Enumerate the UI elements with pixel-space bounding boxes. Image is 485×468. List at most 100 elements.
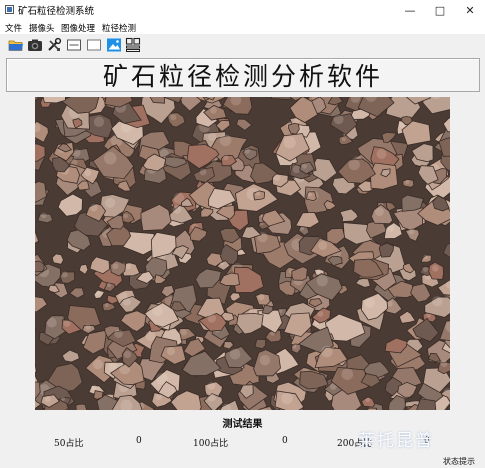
rock-highlight bbox=[432, 296, 443, 307]
rock-highlight bbox=[432, 265, 439, 272]
watermark: 莱托昆普 bbox=[358, 431, 434, 451]
menu-particle-detection[interactable]: 粒径检测 bbox=[102, 22, 136, 34]
rock-highlight bbox=[423, 254, 428, 259]
rock-highlight bbox=[152, 305, 163, 317]
rock-highlight bbox=[364, 297, 375, 308]
rock-highlight bbox=[122, 297, 131, 306]
rock-highlight bbox=[258, 293, 265, 301]
rock-highlight bbox=[84, 169, 92, 177]
banner-title: 矿石粒径检测分析软件 bbox=[102, 62, 383, 91]
rock-highlight bbox=[316, 275, 328, 287]
rock-highlight bbox=[387, 301, 393, 307]
rock-highlight bbox=[440, 360, 448, 368]
rock-highlight bbox=[207, 314, 216, 323]
rock-highlight bbox=[244, 148, 251, 154]
grid-layout-icon[interactable] bbox=[125, 37, 141, 53]
rock-highlight bbox=[317, 310, 324, 317]
rock-highlight bbox=[92, 359, 103, 370]
rock-highlight bbox=[199, 168, 207, 176]
open-folder-icon[interactable] bbox=[8, 37, 24, 53]
rock-highlight bbox=[341, 137, 346, 142]
menu-file[interactable]: 文件 bbox=[5, 22, 22, 34]
rock-highlight bbox=[104, 303, 109, 308]
rock-highlight bbox=[155, 393, 162, 401]
image-frame-icon[interactable] bbox=[66, 37, 82, 53]
rock-fragment bbox=[75, 403, 88, 410]
rock-highlight bbox=[318, 241, 328, 250]
rock-highlight bbox=[207, 382, 216, 390]
rock-highlight bbox=[107, 282, 112, 288]
rock-highlight bbox=[223, 154, 229, 161]
rock-highlight bbox=[125, 262, 132, 270]
rock-highlight bbox=[292, 344, 297, 349]
rock-highlight bbox=[123, 213, 128, 219]
status-text: 状态提示 bbox=[443, 457, 475, 466]
rock-highlight bbox=[172, 205, 182, 214]
ore-rock-image bbox=[35, 97, 450, 410]
rock-highlight bbox=[220, 261, 225, 266]
rock-highlight bbox=[145, 330, 156, 341]
rock-highlight bbox=[61, 271, 68, 278]
menu-image-processing[interactable]: 图像处理 bbox=[61, 22, 95, 34]
rock-highlight bbox=[292, 165, 301, 174]
rock-highlight bbox=[316, 268, 322, 274]
rock-highlight bbox=[259, 355, 271, 366]
rock-highlight bbox=[207, 393, 216, 402]
rock-highlight bbox=[273, 174, 281, 181]
camera-icon[interactable] bbox=[27, 37, 43, 53]
rock-fragment bbox=[254, 338, 267, 350]
rock-highlight bbox=[93, 116, 105, 127]
app-banner: 矿石粒径检测分析软件 bbox=[6, 58, 480, 92]
app-icon bbox=[5, 5, 14, 14]
result-50-label: 50占比 bbox=[54, 439, 84, 449]
rock-highlight bbox=[341, 368, 354, 381]
rock-highlight bbox=[302, 163, 307, 169]
rock-highlight bbox=[44, 396, 51, 402]
rock-highlight bbox=[405, 179, 410, 184]
rock-highlight bbox=[210, 106, 217, 114]
rock-highlight bbox=[307, 192, 312, 197]
rock-highlight bbox=[408, 228, 415, 235]
rock-highlight bbox=[219, 134, 232, 147]
rock-highlight bbox=[46, 317, 57, 328]
menu-camera[interactable]: 摄像头 bbox=[29, 22, 55, 34]
status-bar: 状态提示 bbox=[0, 455, 485, 468]
rock-highlight bbox=[348, 159, 360, 171]
rock-highlight bbox=[112, 263, 119, 270]
rock-highlight bbox=[170, 114, 177, 121]
rock-highlight bbox=[283, 136, 296, 149]
rock-highlight bbox=[63, 319, 71, 327]
result-100-value: 0 bbox=[282, 436, 288, 446]
close-button[interactable]: ✕ bbox=[455, 0, 485, 20]
picture-icon[interactable] bbox=[106, 37, 122, 53]
result-50-value: 0 bbox=[136, 436, 142, 446]
menu-bar: 文件 摄像头 图像处理 粒径检测 bbox=[0, 20, 485, 34]
rock-highlight bbox=[229, 348, 241, 360]
window-title: 矿石粒径检测系统 bbox=[18, 6, 95, 17]
rock-highlight bbox=[95, 291, 100, 295]
blank-frame-icon[interactable] bbox=[86, 37, 102, 53]
rock-highlight bbox=[90, 204, 98, 212]
rock-highlight bbox=[85, 324, 91, 330]
rock-highlight bbox=[208, 132, 217, 141]
rock-highlight bbox=[333, 114, 344, 125]
result-100-label: 100占比 bbox=[193, 439, 229, 449]
rock-highlight bbox=[423, 266, 429, 272]
rock-highlight bbox=[114, 329, 123, 338]
rock-highlight bbox=[255, 191, 261, 196]
ore-image-display bbox=[35, 97, 450, 410]
rock-highlight bbox=[321, 345, 333, 358]
toolbar bbox=[0, 35, 485, 55]
rock-highlight bbox=[375, 207, 384, 216]
tools-icon[interactable] bbox=[46, 37, 62, 53]
maximize-button[interactable]: □ bbox=[425, 0, 455, 20]
window-titlebar: 矿石粒径检测系统 — □ ✕ bbox=[0, 0, 485, 21]
rock-highlight bbox=[40, 212, 47, 219]
rock-highlight bbox=[365, 397, 371, 403]
rock-fragment bbox=[51, 253, 64, 265]
rock-highlight bbox=[105, 197, 116, 208]
rock-highlight bbox=[180, 329, 187, 336]
rock-highlight bbox=[387, 224, 395, 232]
minimize-button[interactable]: — bbox=[395, 0, 425, 20]
rock-highlight bbox=[166, 347, 176, 356]
